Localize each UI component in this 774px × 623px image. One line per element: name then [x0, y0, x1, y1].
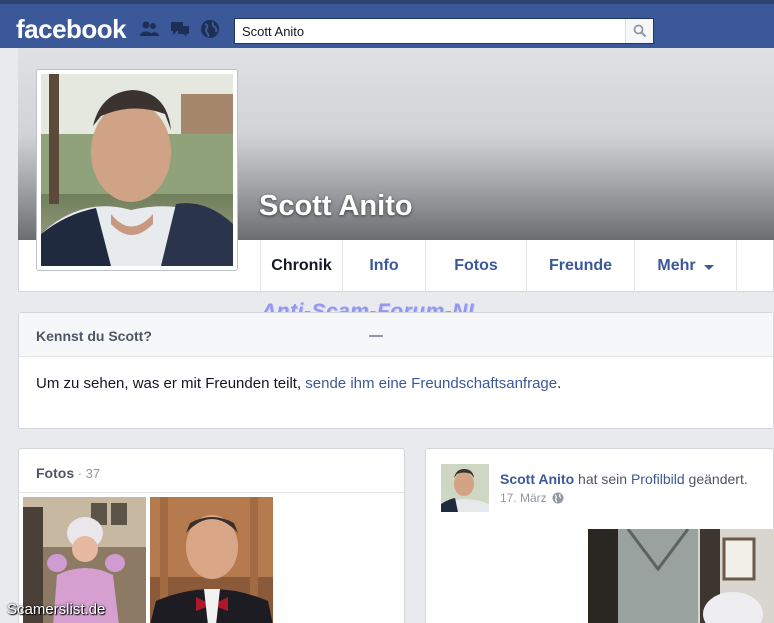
know-card-body: Um zu sehen, was er mit Freunden teilt, …	[36, 375, 561, 392]
divider	[19, 492, 404, 493]
search-button[interactable]	[625, 19, 653, 43]
profile-picture-image	[41, 74, 233, 266]
collapse-icon[interactable]	[369, 335, 383, 337]
post-header: Scott Anito hat sein Profilbild geändert…	[500, 471, 748, 487]
tab-chronik[interactable]: Chronik	[260, 240, 342, 292]
post-card: Scott Anito hat sein Profilbild geändert…	[425, 448, 774, 623]
know-card-text: Um zu sehen, was er mit Freunden teilt,	[36, 375, 306, 392]
facebook-logo[interactable]: facebook	[16, 14, 127, 45]
tab-fotos[interactable]: Fotos	[425, 240, 526, 292]
tab-info[interactable]: Info	[342, 240, 425, 292]
caret-down-icon	[703, 264, 714, 270]
post-author-name[interactable]: Scott Anito	[500, 471, 574, 487]
photos-card-title[interactable]: Fotos · 37	[36, 465, 100, 481]
post-timestamp[interactable]: 17. März	[500, 491, 547, 505]
search-icon	[633, 24, 646, 38]
tab-mehr[interactable]: Mehr	[634, 240, 737, 292]
photos-title: Fotos	[36, 465, 75, 481]
know-card-header: Kennst du Scott?	[19, 313, 773, 357]
know-card-period: .	[557, 375, 562, 392]
footer-watermark: Scamerslist.de	[7, 601, 106, 618]
tab-mehr-label: Mehr	[657, 257, 696, 274]
know-card: Kennst du Scott? Um zu sehen, was er mit…	[18, 312, 774, 429]
profile-picture[interactable]	[36, 69, 238, 271]
tab-freunde[interactable]: Freunde	[526, 240, 634, 292]
friends-icon[interactable]	[139, 19, 159, 39]
know-card-title: Kennst du Scott?	[36, 328, 152, 344]
profile-name[interactable]: Scott Anito	[259, 190, 413, 223]
globe-small-icon	[552, 492, 564, 504]
top-bar: facebook	[0, 0, 774, 48]
search-box	[234, 18, 654, 44]
post-date: 17. März	[500, 491, 564, 505]
messages-icon[interactable]	[170, 19, 190, 39]
photos-card: Fotos · 37	[18, 448, 405, 623]
post-image[interactable]	[588, 529, 774, 623]
photo-thumbnail-2[interactable]	[150, 497, 273, 623]
photos-count: · 37	[74, 466, 101, 481]
post-text-1: hat sein	[574, 471, 631, 487]
post-text-2: geändert.	[684, 471, 748, 487]
profile-picture-link[interactable]: Profilbild	[631, 471, 685, 487]
globe-icon[interactable]	[200, 19, 220, 39]
post-author-avatar[interactable]	[441, 464, 489, 512]
search-input[interactable]	[235, 19, 625, 43]
friend-request-link[interactable]: sende ihm eine Freundschaftsanfrage	[305, 375, 557, 392]
